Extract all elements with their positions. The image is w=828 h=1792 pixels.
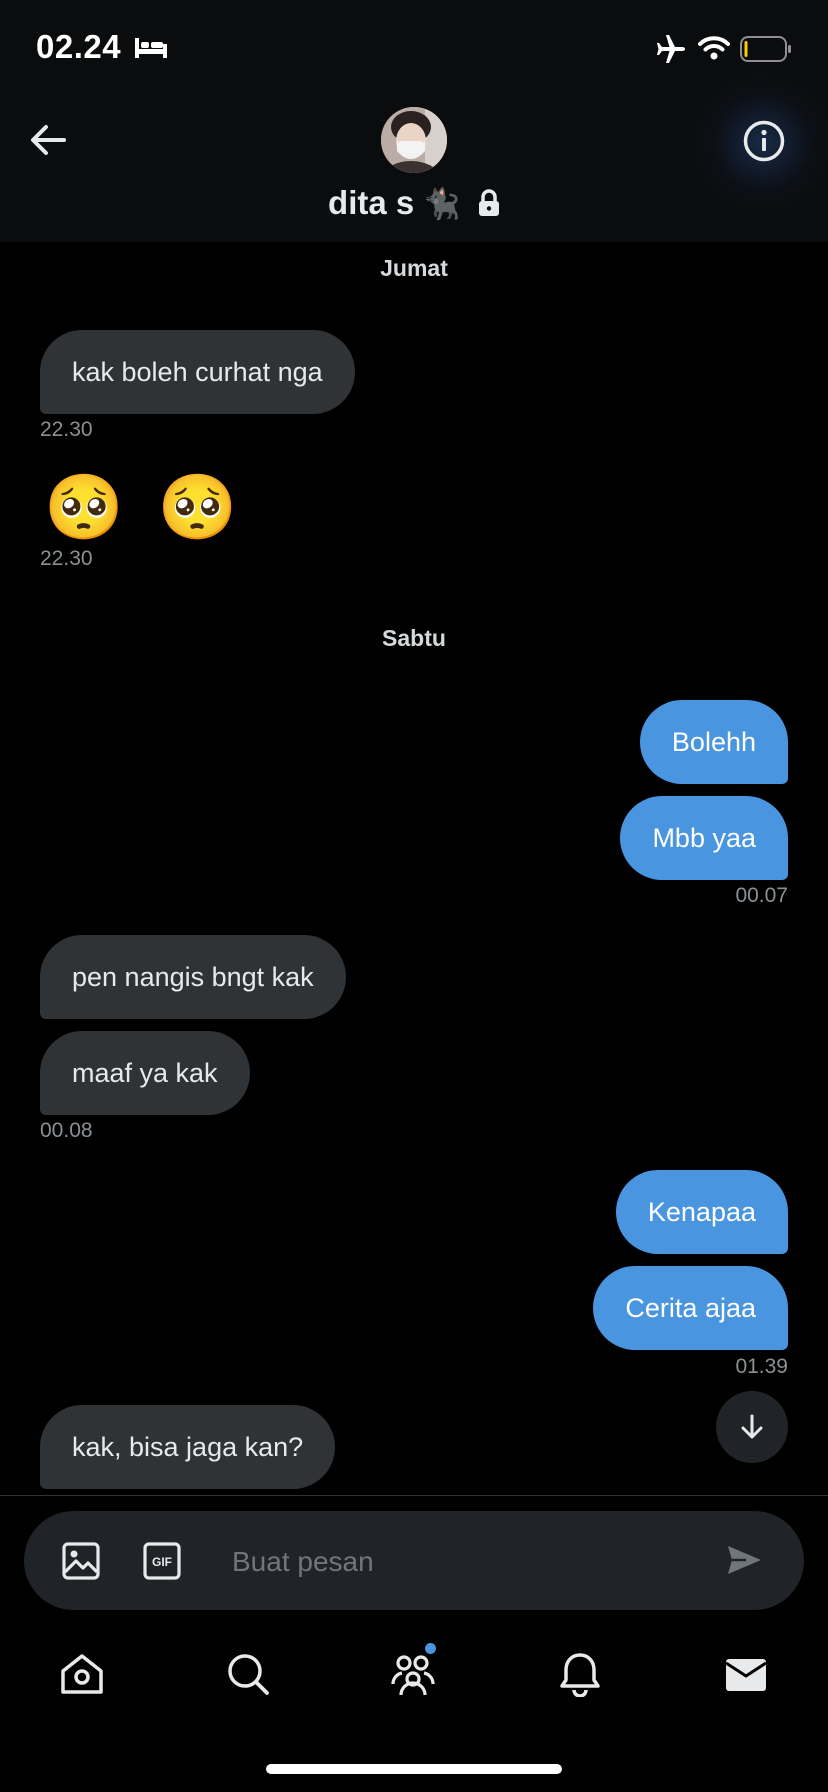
contact-name[interactable]: dita s 🐈‍⬛ [0,184,828,222]
battery-icon [740,36,791,62]
message-bubble-incoming[interactable]: pen nangis bngt kak [40,935,346,1019]
lock-icon [478,189,499,216]
message-bubble-incoming[interactable]: kak boleh curhat nga [40,330,355,414]
composer-divider [0,1495,828,1496]
home-indicator [266,1764,562,1774]
emoji-message[interactable]: 🥺 🥺 [44,470,245,545]
message-bubble-incoming[interactable]: kak, bisa jaga kan? [40,1405,336,1489]
message-input[interactable] [230,1531,704,1593]
message-bubble-incoming[interactable]: maaf ya kak [40,1031,250,1115]
day-separator-sabtu: Sabtu [382,625,446,651]
message-timestamp: 00.08 [40,1119,93,1142]
bed-icon [135,38,167,58]
gif-label: GIF [152,1555,172,1569]
message-timestamp: 22.30 [40,418,93,441]
notification-badge-dot [425,1643,436,1654]
day-separator-jumat: Jumat [380,255,448,281]
contact-name-text: dita s [328,184,415,221]
message-bubble-outgoing[interactable]: Mbb yaa [620,796,788,880]
message-bubble-outgoing[interactable]: Bolehh [639,700,788,784]
image-icon[interactable] [61,1541,101,1581]
arrow-down-icon [741,1414,763,1439]
message-bubble-outgoing[interactable]: Cerita ajaa [593,1266,788,1350]
notifications-icon[interactable] [557,1651,603,1697]
gif-icon[interactable]: GIF [142,1541,182,1581]
message-bubble-outgoing[interactable]: Kenapaa [615,1170,788,1254]
message-timestamp: 22.30 [40,547,93,570]
wifi-icon [698,36,730,60]
messages-icon[interactable] [723,1651,769,1697]
avatar[interactable] [381,107,447,173]
communities-icon[interactable] [390,1651,436,1697]
message-timestamp: 01.39 [735,1355,788,1378]
avatar-image [381,107,447,173]
airplane-icon [657,35,685,63]
message-timestamp: 00.07 [735,884,788,907]
home-icon[interactable] [59,1651,105,1697]
scroll-to-bottom-button[interactable] [716,1391,788,1463]
contact-name-emoji: 🐈‍⬛ [423,188,461,221]
back-arrow-icon[interactable] [26,118,70,162]
info-icon[interactable] [742,119,786,163]
search-icon[interactable] [225,1651,271,1697]
send-icon[interactable] [724,1540,764,1580]
status-time: 02.24 [36,28,122,65]
